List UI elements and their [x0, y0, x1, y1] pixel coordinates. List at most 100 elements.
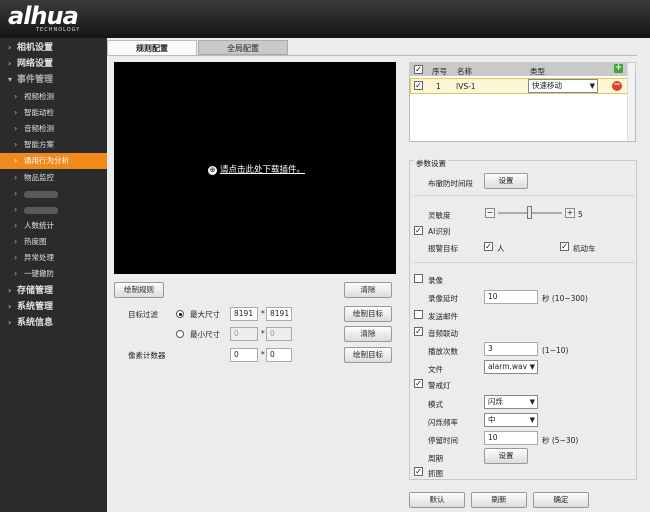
alarm-target-label: 报警目标: [428, 244, 458, 253]
minus-icon[interactable]: −: [485, 208, 495, 218]
chevron-right-icon: ›: [8, 286, 12, 295]
schedule-label: 布撤防时间段: [428, 179, 473, 188]
divider: [414, 262, 634, 263]
snapshot-checkbox[interactable]: ✓: [414, 467, 423, 476]
chevron-right-icon: ›: [14, 269, 18, 278]
chevron-down-icon: ▼: [529, 398, 535, 406]
ai-label: AI识别: [428, 227, 451, 236]
nav-event-management[interactable]: ▾ 事件管理: [0, 72, 107, 88]
default-button[interactable]: 默认: [409, 492, 465, 508]
chevron-right-icon: ›: [14, 156, 18, 165]
mode-select[interactable]: 闪烁 ▼: [484, 395, 538, 409]
record-delay-range: 秒 (10~300): [542, 294, 588, 303]
period-setup-button[interactable]: 设置: [484, 448, 528, 464]
select-all-checkbox[interactable]: ✓: [414, 65, 423, 74]
plus-icon[interactable]: +: [565, 208, 575, 218]
max-size-radio[interactable]: [176, 310, 184, 318]
chevron-right-icon: ›: [8, 59, 12, 68]
row-no: 1: [436, 82, 441, 91]
chevron-right-icon: ›: [14, 253, 18, 262]
chevron-right-icon: ›: [14, 140, 18, 149]
pixel-width-input[interactable]: 0: [230, 348, 258, 362]
nav-blurred-item-2[interactable]: ›: [0, 202, 107, 218]
ai-checkbox[interactable]: ✓: [414, 226, 423, 235]
chevron-right-icon: ›: [14, 237, 18, 246]
ok-button[interactable]: 确定: [533, 492, 589, 508]
play-count-input[interactable]: 3: [484, 342, 538, 356]
add-icon[interactable]: +: [614, 64, 623, 73]
rule-type-select[interactable]: 快速移动 ▼: [528, 79, 598, 93]
warn-light-checkbox[interactable]: ✓: [414, 379, 423, 388]
sensitivity-slider-thumb[interactable]: [527, 206, 532, 219]
tab-divider: [107, 55, 637, 56]
nav-smart-motion[interactable]: › 智能动检: [0, 105, 107, 121]
brand-subtitle: TECHNOLOGY: [36, 27, 81, 33]
human-checkbox[interactable]: ✓: [484, 242, 493, 251]
chevron-down-icon: ▼: [589, 82, 595, 90]
nav-blurred-item-1[interactable]: ›: [0, 186, 107, 202]
nav-one-key-disarm[interactable]: › 一键撤防: [0, 266, 107, 282]
row-checkbox[interactable]: ✓: [414, 81, 423, 90]
draw-rule-button[interactable]: 绘制规则: [114, 282, 164, 298]
nav-network-settings[interactable]: › 网络设置: [0, 56, 107, 72]
table-row[interactable]: [410, 78, 635, 94]
tab-global-config[interactable]: 全局配置: [198, 40, 288, 55]
download-icon: ⊕: [208, 166, 217, 175]
clear-rule-button[interactable]: 清除: [344, 282, 392, 298]
chevron-down-icon: ▼: [529, 363, 535, 371]
audio-checkbox[interactable]: ✓: [414, 327, 423, 336]
nav-camera-settings[interactable]: › 相机设置: [0, 40, 107, 56]
min-height-input[interactable]: 0: [266, 327, 292, 341]
row-name: IVS-1: [456, 82, 476, 91]
nav-people-counting[interactable]: › 人数统计: [0, 218, 107, 234]
nav-behavior-analysis[interactable]: › 通用行为分析: [0, 153, 107, 169]
nav-object-monitor[interactable]: › 物品监控: [0, 170, 107, 186]
stay-time-label: 停留时间: [428, 436, 458, 445]
table-scrollbar[interactable]: [627, 63, 635, 141]
remove-icon[interactable]: −: [612, 81, 622, 91]
chevron-right-icon: ›: [14, 124, 18, 133]
file-select[interactable]: alarm.wav ▼: [484, 360, 538, 374]
vehicle-label: 机动车: [573, 244, 596, 253]
draw-target-button[interactable]: 绘制目标: [344, 306, 392, 322]
pixel-height-input[interactable]: 0: [266, 348, 292, 362]
mode-label: 模式: [428, 400, 443, 409]
pixel-counter-label: 像素计数器: [128, 351, 166, 360]
nav-exception[interactable]: › 异常处理: [0, 250, 107, 266]
nav-storage[interactable]: › 存储管理: [0, 283, 107, 299]
stay-time-range: 秒 (5~30): [542, 436, 579, 445]
chevron-right-icon: ›: [14, 92, 18, 101]
top-bar: [0, 0, 650, 38]
nav-system-management[interactable]: › 系统管理: [0, 299, 107, 315]
record-checkbox[interactable]: [414, 274, 423, 283]
min-width-input[interactable]: 0: [230, 327, 258, 341]
chevron-right-icon: ›: [14, 189, 18, 198]
plugin-download-link[interactable]: ⊕ 请点击此处下载插件。: [208, 163, 305, 175]
sensitivity-value: 5: [578, 210, 583, 219]
min-size-radio[interactable]: [176, 330, 184, 338]
schedule-setup-button[interactable]: 设置: [484, 173, 528, 189]
nav-audio-detection[interactable]: › 音频检测: [0, 121, 107, 137]
nav-heat-map[interactable]: › 热度图: [0, 234, 107, 250]
max-height-input[interactable]: 8191: [266, 307, 292, 321]
chevron-right-icon: ›: [8, 43, 12, 52]
clear-target-button[interactable]: 清除: [344, 326, 392, 342]
email-checkbox[interactable]: [414, 310, 423, 319]
nav-smart-plan[interactable]: › 智能方案: [0, 137, 107, 153]
nav-system-info[interactable]: › 系统信息: [0, 315, 107, 331]
tab-rule-config[interactable]: 规则配置: [107, 40, 197, 55]
blurred-label: [24, 191, 58, 198]
draw-target-button-2[interactable]: 绘制目标: [344, 347, 392, 363]
vehicle-checkbox[interactable]: ✓: [560, 242, 569, 251]
record-delay-input[interactable]: 10: [484, 290, 538, 304]
flash-freq-select[interactable]: 中 ▼: [484, 413, 538, 427]
refresh-button[interactable]: 刷新: [471, 492, 527, 508]
nav-video-detection[interactable]: › 视频检测: [0, 89, 107, 105]
chevron-right-icon: ›: [8, 318, 12, 327]
stay-time-input[interactable]: 10: [484, 431, 538, 445]
times-sign: *: [261, 350, 265, 359]
audio-label: 音频联动: [428, 329, 458, 338]
max-width-input[interactable]: 8191: [230, 307, 258, 321]
flash-freq-label: 闪烁频率: [428, 418, 458, 427]
file-label: 文件: [428, 365, 443, 374]
